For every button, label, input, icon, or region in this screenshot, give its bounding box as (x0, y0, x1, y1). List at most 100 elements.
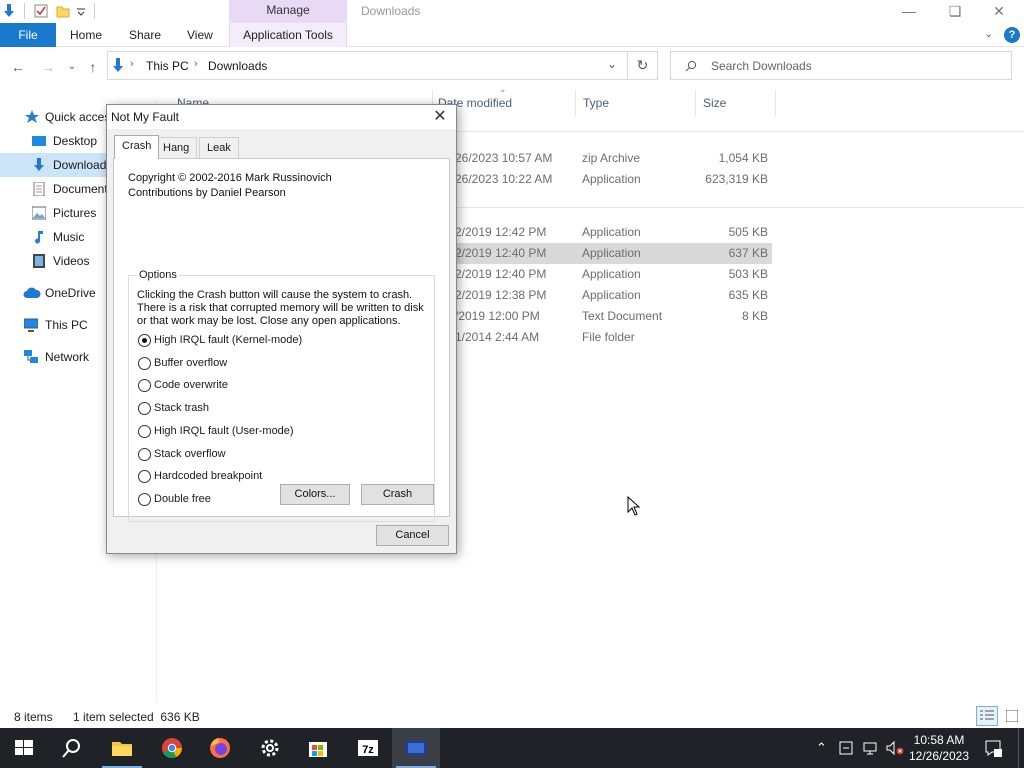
forward-arrow-icon[interactable]: → (38, 57, 58, 77)
search-icon[interactable] (48, 728, 96, 768)
nav-label: Music (53, 230, 85, 244)
status-selection: 1 item selected 636 KB (73, 710, 200, 724)
up-arrow-icon[interactable]: ↑ (83, 57, 103, 77)
address-dropdown-icon[interactable]: ⌄ (607, 57, 617, 71)
cancel-button[interactable]: Cancel (376, 525, 449, 546)
breadcrumb-chevron-icon: › (130, 58, 134, 70)
large-icons-view-icon[interactable] (1002, 706, 1022, 726)
back-arrow-icon[interactable]: ← (8, 57, 28, 77)
colors-button[interactable]: Colors... (280, 484, 350, 505)
search-icon (685, 60, 697, 72)
notmyfault-icon[interactable] (392, 728, 440, 768)
customize-quick-access-icon[interactable] (76, 4, 86, 18)
radio-button[interactable] (138, 493, 151, 506)
properties-icon[interactable] (34, 4, 48, 18)
clock[interactable]: 10:58 AM 12/26/2023 (908, 732, 970, 764)
nav-label: Downloads (53, 158, 113, 172)
breadcrumb-this-pc[interactable]: This PC (146, 59, 189, 73)
warning-line-1: Clicking the Crash button will cause the… (137, 289, 413, 301)
chrome-icon[interactable] (148, 728, 196, 768)
dialog-close-icon[interactable]: ✕ (430, 107, 450, 127)
7zip-icon[interactable]: 7z (344, 728, 392, 768)
nav-label: OneDrive (45, 286, 96, 300)
status-bar: 8 items 1 item selected 636 KB (0, 706, 1024, 728)
manage-tab[interactable]: Manage (229, 0, 347, 23)
search-input[interactable]: Search Downloads (711, 59, 812, 73)
firefox-icon[interactable] (196, 728, 244, 768)
radio-label: Buffer overflow (154, 357, 228, 369)
recent-locations-icon[interactable]: ⌄ (62, 57, 82, 77)
dialog-title-bar: Not My Fault ✕ (107, 105, 456, 129)
radio-label: Stack overflow (154, 448, 226, 460)
new-folder-icon[interactable] (56, 4, 70, 18)
file-explorer-icon[interactable] (98, 728, 146, 768)
document-icon (33, 182, 45, 196)
cell-date: 1/2014 2:44 AM (455, 330, 540, 344)
search-box[interactable]: Search Downloads (670, 51, 1012, 80)
details-view-icon[interactable] (976, 706, 998, 726)
options-legend: Options (137, 269, 179, 281)
radio-button-checked[interactable] (138, 334, 151, 347)
cell-size: 503 KB (728, 267, 768, 281)
cell-type: Application (582, 225, 641, 239)
show-desktop-button[interactable] (1018, 728, 1024, 768)
column-header-type[interactable]: Type (583, 93, 609, 113)
tab-file[interactable]: File (0, 23, 56, 47)
volume-muted-icon[interactable] (886, 740, 904, 756)
cell-type: Application (582, 267, 641, 281)
column-header-size[interactable]: Size (703, 93, 726, 113)
breadcrumb-downloads[interactable]: Downloads (208, 59, 267, 73)
tab-leak[interactable]: Leak (199, 137, 239, 158)
crash-button[interactable]: Crash (361, 484, 434, 505)
radio-button[interactable] (138, 379, 151, 392)
cell-type: File folder (582, 330, 635, 344)
expand-ribbon-icon[interactable]: ⌄ (984, 27, 998, 43)
tab-application-tools[interactable]: Application Tools (229, 23, 347, 47)
cloud-icon (23, 287, 41, 298)
svg-text:7z: 7z (362, 744, 374, 756)
tab-crash[interactable]: Crash (114, 135, 160, 159)
minimize-icon[interactable]: — (886, 0, 932, 23)
cell-date: 2/2019 12:38 PM (455, 288, 547, 302)
breadcrumb-chevron-icon: › (194, 58, 198, 70)
radio-button[interactable] (138, 470, 151, 483)
windows-start-icon[interactable] (0, 728, 48, 768)
mouse-cursor-icon (627, 496, 641, 516)
clock-time: 10:58 AM (913, 733, 965, 747)
address-row: ← → ⌄ ↑ › This PC › Downloads ⌄ ↻ Search… (0, 47, 1024, 87)
settings-icon[interactable] (246, 728, 294, 768)
tab-view[interactable]: View (187, 23, 213, 47)
radio-button[interactable] (138, 402, 151, 415)
tab-home[interactable]: Home (70, 23, 102, 47)
desktop-icon (32, 136, 46, 146)
close-icon[interactable]: ✕ (976, 0, 1022, 23)
cell-date: 2/2019 12:40 PM (455, 267, 547, 281)
cell-type: Application (582, 246, 641, 260)
divider (24, 3, 25, 19)
network-tray-icon[interactable] (862, 740, 878, 756)
cell-date: 26/2023 10:22 AM (455, 172, 553, 186)
notifications-icon[interactable] (984, 739, 1002, 757)
download-arrow-icon[interactable] (2, 4, 16, 18)
radio-button[interactable] (138, 448, 151, 461)
divider (94, 3, 95, 19)
videos-icon (33, 254, 45, 268)
address-bar[interactable]: › This PC › Downloads ⌄ (107, 51, 628, 80)
group-divider (457, 131, 1024, 132)
radio-button[interactable] (138, 357, 151, 370)
security-icon[interactable] (838, 740, 854, 756)
tab-hang[interactable]: Hang (155, 137, 198, 158)
radio-label: Stack trash (154, 402, 210, 414)
radio-label: High IRQL fault (Kernel-mode) (154, 334, 303, 346)
restore-icon[interactable]: ❏ (932, 0, 978, 23)
radio-button[interactable] (138, 425, 151, 438)
refresh-icon[interactable]: ↻ (628, 51, 658, 80)
download-folder-icon (113, 58, 123, 72)
cell-size: 1,054 KB (718, 151, 768, 165)
show-hidden-icons-icon[interactable]: ⌃ (816, 740, 827, 756)
tab-share[interactable]: Share (129, 23, 161, 47)
store-icon[interactable] (294, 728, 342, 768)
nav-label: This PC (45, 318, 88, 332)
help-icon[interactable]: ? (1004, 27, 1020, 43)
window-title: Downloads (361, 4, 421, 18)
